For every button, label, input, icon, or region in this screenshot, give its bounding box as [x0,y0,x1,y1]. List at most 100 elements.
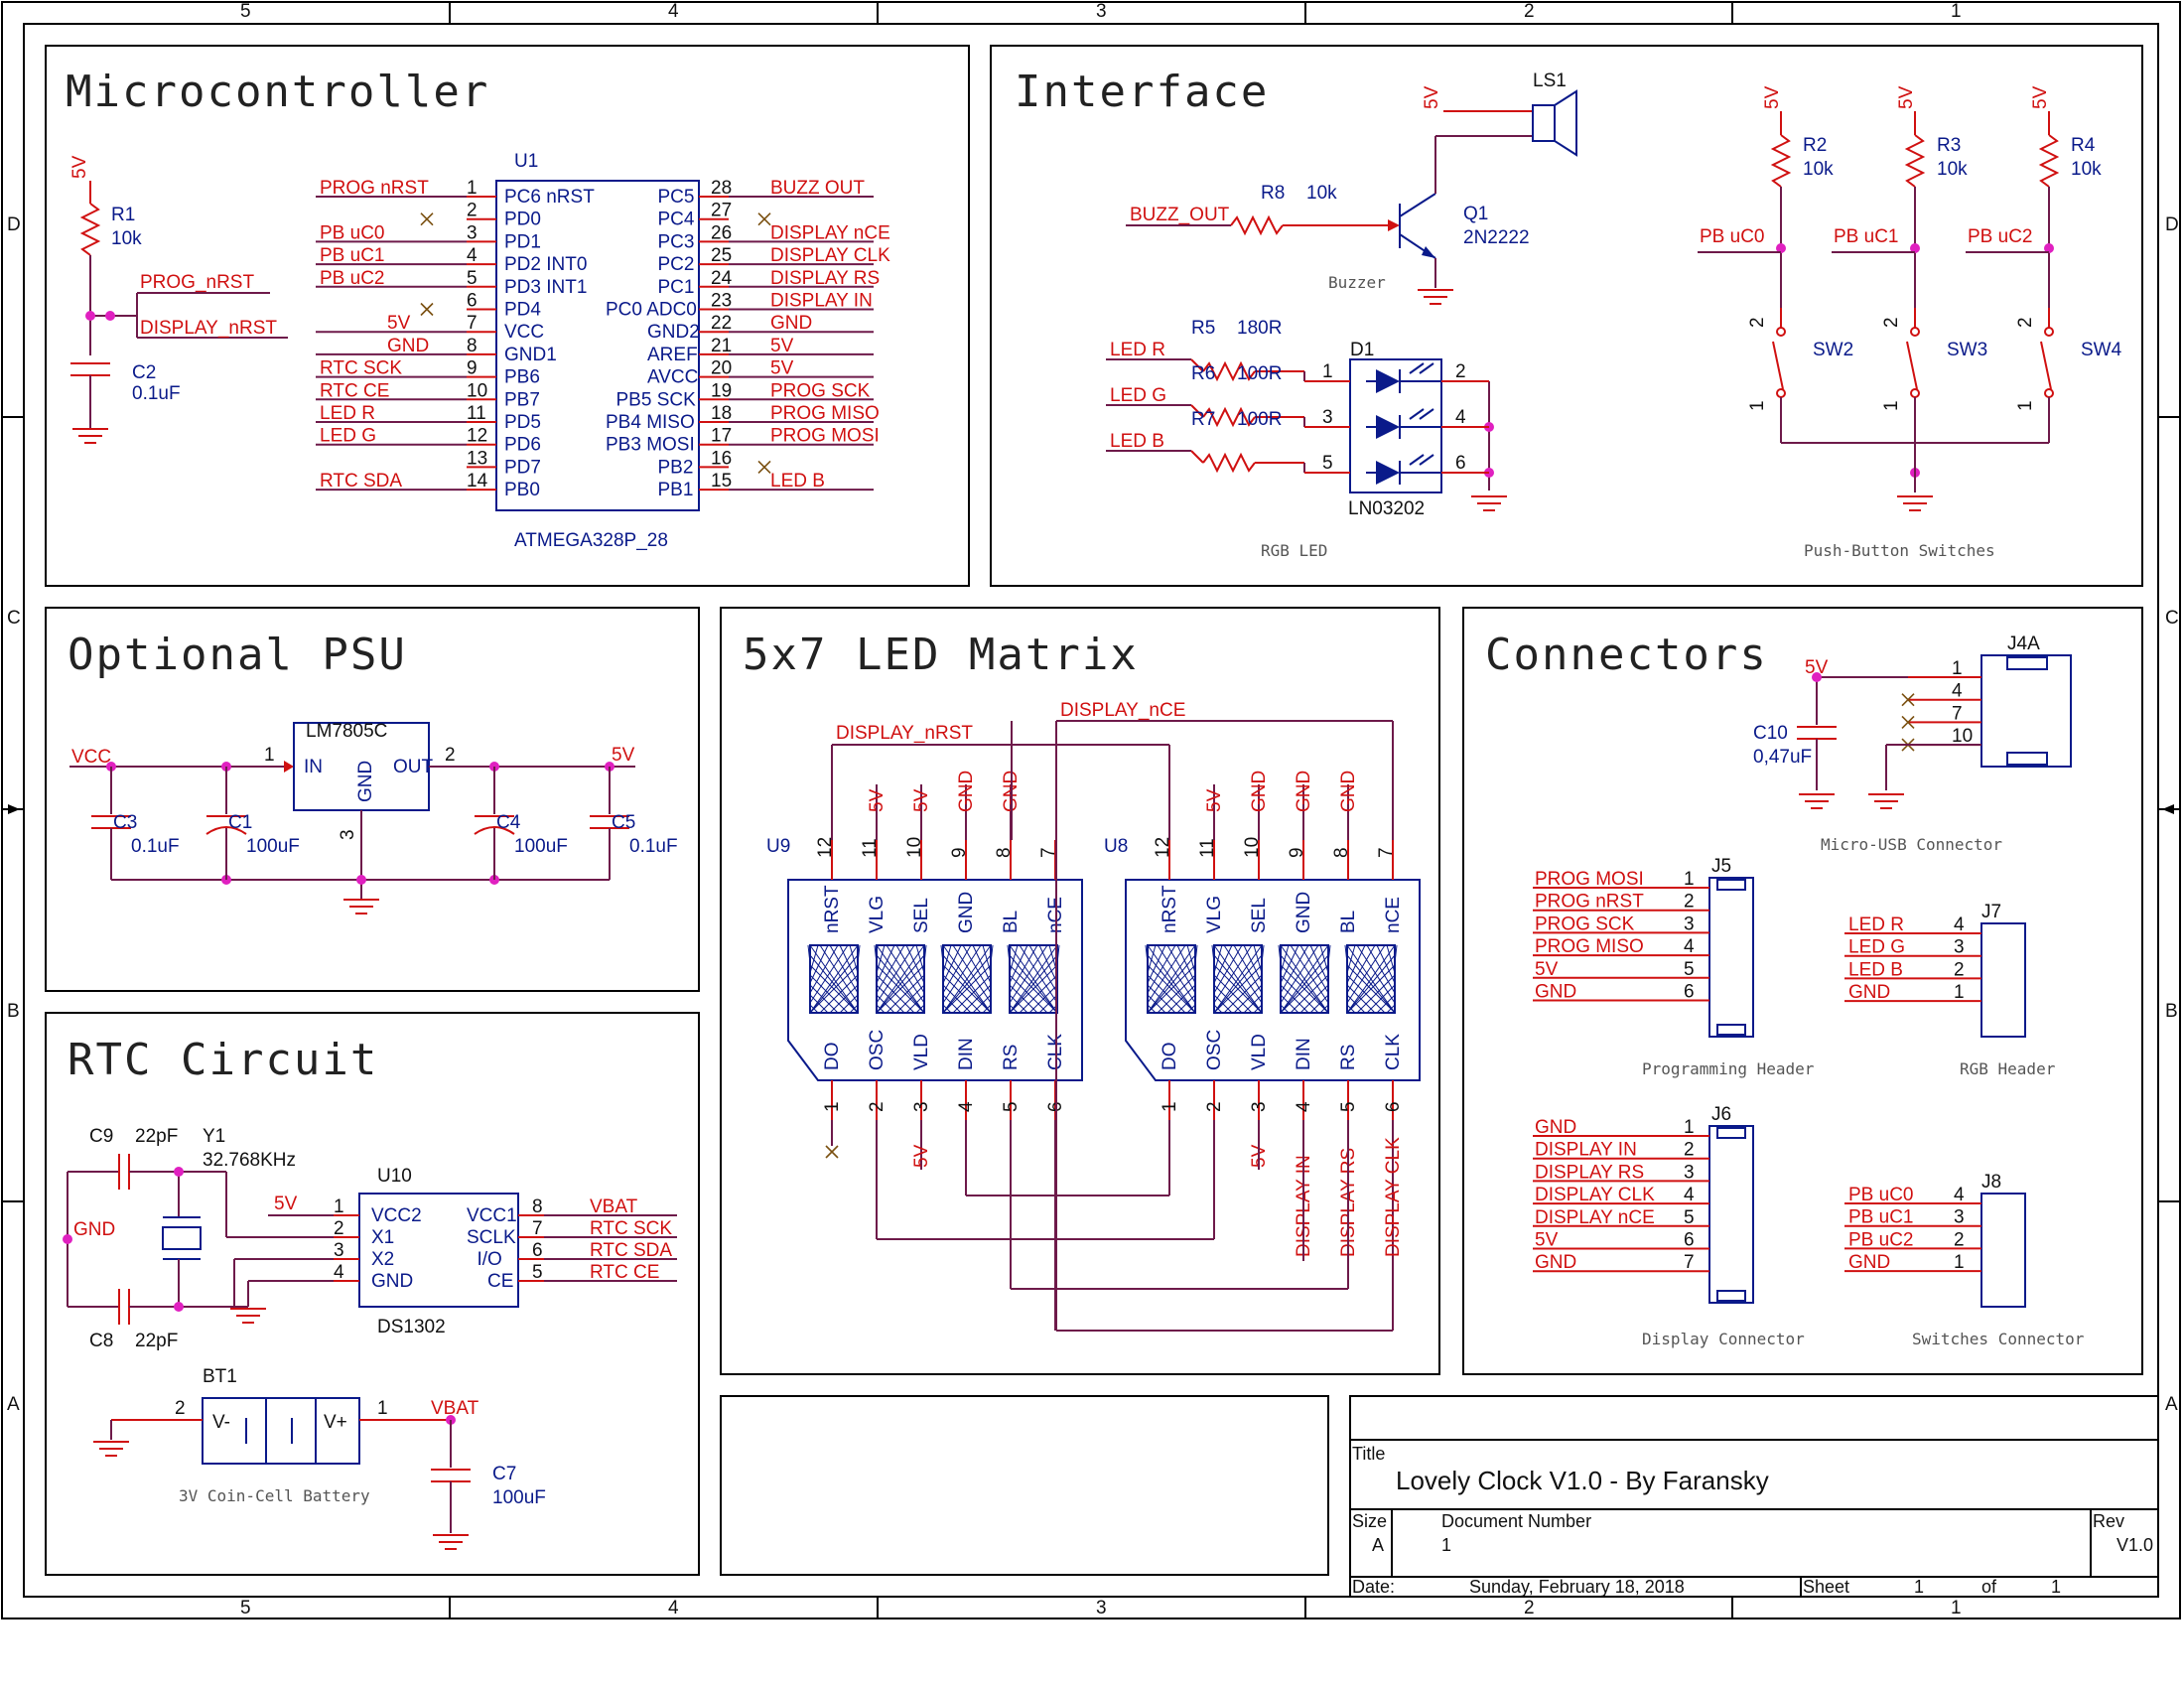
u10-pin-number: 1 [334,1196,344,1217]
sheet-value: 1 [1914,1577,1924,1597]
rgb-res-ref: R5 [1191,318,1215,339]
section-interface [990,45,2143,587]
matrix-pin-number: 12 [1153,837,1173,858]
j8-pin-number: 1 [1954,1252,1965,1273]
j5-net-label: PROG SCK [1535,914,1635,934]
u1-pin-number: 14 [467,471,488,492]
c7-ref: C7 [492,1464,516,1484]
u1-net-label: PROG MISO [770,403,880,424]
battery-pin1: 1 [377,1398,388,1419]
ground-icon [93,1441,129,1457]
vcc-label: VCC [71,747,111,768]
switch-ref: SW2 [1813,340,1853,360]
u10-pin-name: GND [371,1271,413,1292]
matrix-pin-name: CLK [1383,1034,1404,1070]
u10-pin-name: CE [487,1271,513,1292]
zone-col-bottom: 4 [668,1598,679,1618]
j7: J7 4 LED R 3 LED G 2 LED B 1 GND RGB Header [1844,902,2056,1078]
rgb-res-ref: R6 [1191,363,1215,384]
matrix-net-label: 5V [1204,788,1225,812]
u1-net-label: PROG nRST [320,178,429,199]
matrix-pin-number: 3 [1249,1101,1270,1112]
battery-caption: 3V Coin-Cell Battery [179,1486,370,1505]
j6-net-label: DISPLAY RS [1535,1162,1644,1183]
matrix-pin-number: 10 [1242,837,1263,858]
j8-pin-number: 2 [1954,1229,1965,1250]
matrix-net-label: 5V [911,788,932,812]
switch-ref: SW3 [1947,340,1987,360]
j4-pin-number: 4 [1952,681,1963,702]
battery-neg: V- [212,1412,230,1433]
u1-pin-number: 8 [467,336,478,356]
matrix-pin-number: 8 [994,847,1015,858]
u1-pin-name: PB5 SCK [616,389,697,410]
ground-icon [1897,495,1933,511]
j5-pin-number: 3 [1684,914,1695,934]
c7-value: 100uF [492,1487,546,1508]
zone-row-left: D [7,214,21,235]
u10-pin-number: 7 [532,1218,543,1239]
j6-net-label: GND [1535,1252,1576,1273]
j5-net-label: PROG nRST [1535,892,1644,913]
zone-col-bottom: 3 [1096,1598,1107,1618]
u1-pin-number: 25 [711,245,732,266]
j7-net-label: GND [1848,982,1890,1003]
psu-cap-ref: C5 [612,812,635,833]
vbat-battery-label: VBAT [431,1398,479,1419]
buzzer-supply-label: 5V [1422,85,1442,109]
ls1-ref: LS1 [1533,70,1567,91]
j4a-ref: J4A [2007,633,2040,654]
u1-pin-number: 21 [711,336,732,356]
matrix-pin-number: 2 [867,1101,887,1112]
left-arrow-icon [8,804,20,814]
psu-cap-ref: C1 [228,812,252,833]
u1-pin-number: 19 [711,380,732,401]
j6: J6 1 GND 2 DISPLAY IN 3 DISPLAY RS 4 DISPLAY CLK… [1533,1104,1805,1348]
rgb-res-value: 100R [1237,409,1282,430]
j6-pin-number: 4 [1684,1185,1695,1205]
j5-pin-number: 4 [1684,936,1695,957]
u1-pin-number: 26 [711,222,732,243]
u1-pin-name: PC5 [658,187,695,208]
u1-pin-name: PD4 [504,300,541,321]
j6-ref: J6 [1711,1104,1731,1125]
buzzer-caption: Buzzer [1328,273,1386,292]
matrix-pin-name: VLD [911,1034,932,1070]
switch-circuit: Push-Button Switches 5V R2 10k PB uC0 2 1 SW2 5… [1698,85,2122,560]
u1-ref: U1 [514,151,538,172]
bt1-ref: BT1 [203,1366,237,1387]
j7-net-label: LED B [1848,959,1903,980]
matrix-pin-number: 9 [949,847,970,858]
reg-part: LM7805C [306,721,387,742]
j6-pin-number: 1 [1684,1117,1695,1138]
u1-pin-number: 12 [467,426,487,447]
u1-pin-number: 4 [467,245,478,266]
matrix-pin-number: 1 [822,1101,843,1112]
d1-pin: 1 [1322,361,1333,382]
y1-value: 32.768KHz [203,1150,296,1171]
u1-pin-name: PD1 [504,231,541,252]
u1-net-label: BUZZ OUT [770,178,865,199]
headers: J5 1 PROG MOSI 2 PROG nRST 3 PROG SCK 4 PROG MIS… [1533,856,2085,1348]
u1-pin-name: AVCC [647,367,698,388]
r8-ref: R8 [1261,183,1285,204]
rgb-net-label: LED B [1110,431,1164,452]
u1-pin-number: 17 [711,426,732,447]
sheet-title: Lovely Clock V1.0 - By Faransky [1396,1466,1769,1495]
q1-ref: Q1 [1463,204,1488,224]
switch-res-ref: R2 [1803,135,1827,156]
rtc-title: RTC Circuit [68,1035,378,1085]
matrix-pin-number: 4 [956,1101,977,1112]
rtc-circuit: C9 22pF C8 22pF Y1 32.768KHz GND U10 DS1… [63,1126,677,1550]
u9-ref: U9 [766,836,790,857]
zone-row-left: B [7,1001,20,1022]
d1-pin: 5 [1322,453,1333,474]
j7-caption: RGB Header [1960,1059,2056,1078]
rgb-res-value: 180R [1237,318,1282,339]
j8-ref: J8 [1981,1172,2001,1193]
u1-pin-number: 11 [467,403,486,424]
u1-pin-name: PD6 [504,435,541,456]
matrix-pin-name: DIN [956,1038,977,1070]
y1-ref: Y1 [203,1126,225,1147]
matrix-pin-number: 9 [1287,847,1307,858]
